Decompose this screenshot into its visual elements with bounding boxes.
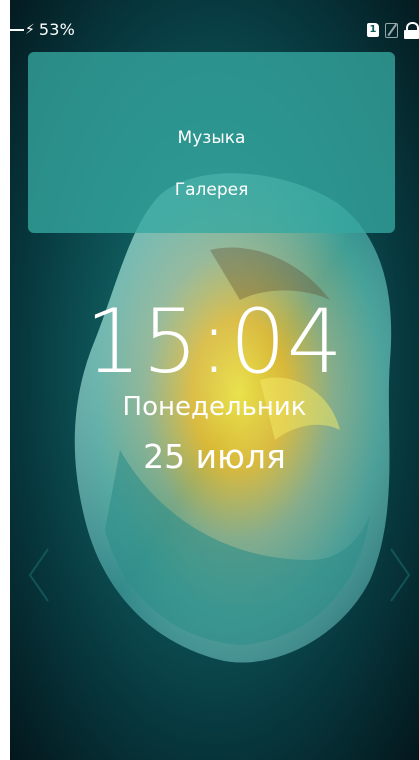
battery-percent: 53% xyxy=(38,20,76,39)
right-arrow-icon[interactable] xyxy=(387,545,413,605)
weekday-label: Понедельник xyxy=(122,392,307,422)
battery-indicator: ⚡ 53% xyxy=(10,20,75,39)
music-shortcut[interactable]: Музыка xyxy=(28,128,395,148)
lock-screen: ⚡ 53% 1 Музыка Галерея 15:04 Понедельник… xyxy=(10,0,419,760)
sim1-icon: 1 xyxy=(367,23,379,37)
gallery-shortcut[interactable]: Галерея xyxy=(28,180,395,200)
status-bar: ⚡ 53% 1 xyxy=(10,0,419,40)
lock-icon xyxy=(404,22,419,39)
sim2-disabled-icon xyxy=(385,22,398,38)
status-icons: 1 xyxy=(367,22,419,39)
date-label: 25 июля xyxy=(143,437,286,476)
lock-clock: 15:04 xyxy=(85,290,344,393)
charging-cable-icon xyxy=(10,28,24,31)
left-arrow-icon[interactable] xyxy=(26,545,52,605)
shortcut-panel: Музыка Галерея xyxy=(28,52,395,233)
charging-icon: ⚡ xyxy=(25,21,35,38)
